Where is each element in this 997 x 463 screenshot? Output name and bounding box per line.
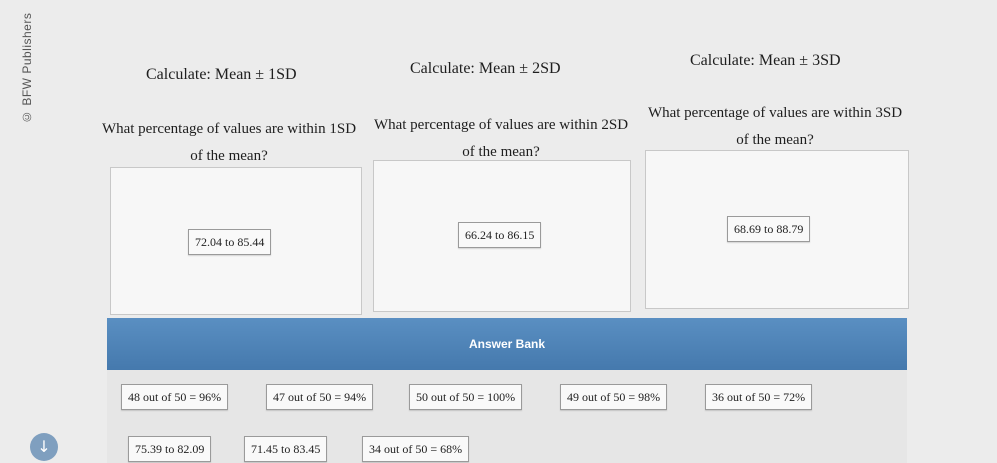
answer-bank-item[interactable]: 49 out of 50 = 98%	[560, 384, 668, 410]
publisher-watermark: © BFW Publishers	[20, 12, 34, 124]
placed-answer-3sd[interactable]: 68.69 to 88.79	[727, 216, 811, 242]
answer-bank-item[interactable]: 48 out of 50 = 96%	[121, 384, 229, 410]
answer-bank-item[interactable]: 36 out of 50 = 72%	[705, 384, 813, 410]
answer-bank-item[interactable]: 47 out of 50 = 94%	[266, 384, 374, 410]
placed-answer-1sd[interactable]: 72.04 to 85.44	[188, 229, 272, 255]
question-1sd: What percentage of values are within 1SD…	[101, 121, 357, 164]
calc-label-1sd: Calculate: Mean ± 1SD	[146, 66, 297, 83]
answer-bank-header: Answer Bank	[107, 318, 907, 370]
placed-answer-2sd[interactable]: 66.24 to 86.15	[458, 222, 542, 248]
answer-bank-item[interactable]: 75.39 to 82.09	[128, 436, 212, 462]
answer-bank-title: Answer Bank	[468, 337, 546, 351]
calc-label-2sd: Calculate: Mean ± 2SD	[410, 60, 561, 77]
question-2sd: What percentage of values are within 2SD…	[373, 117, 629, 160]
question-3sd: What percentage of values are within 3SD…	[647, 105, 903, 148]
answer-bank-item[interactable]: 50 out of 50 = 100%	[409, 384, 523, 410]
answer-bank-item[interactable]: 34 out of 50 = 68%	[362, 436, 470, 462]
calc-label-3sd: Calculate: Mean ± 3SD	[690, 52, 841, 69]
down-arrow-icon[interactable]: ↓	[30, 433, 58, 461]
answer-bank-item[interactable]: 71.45 to 83.45	[244, 436, 328, 462]
